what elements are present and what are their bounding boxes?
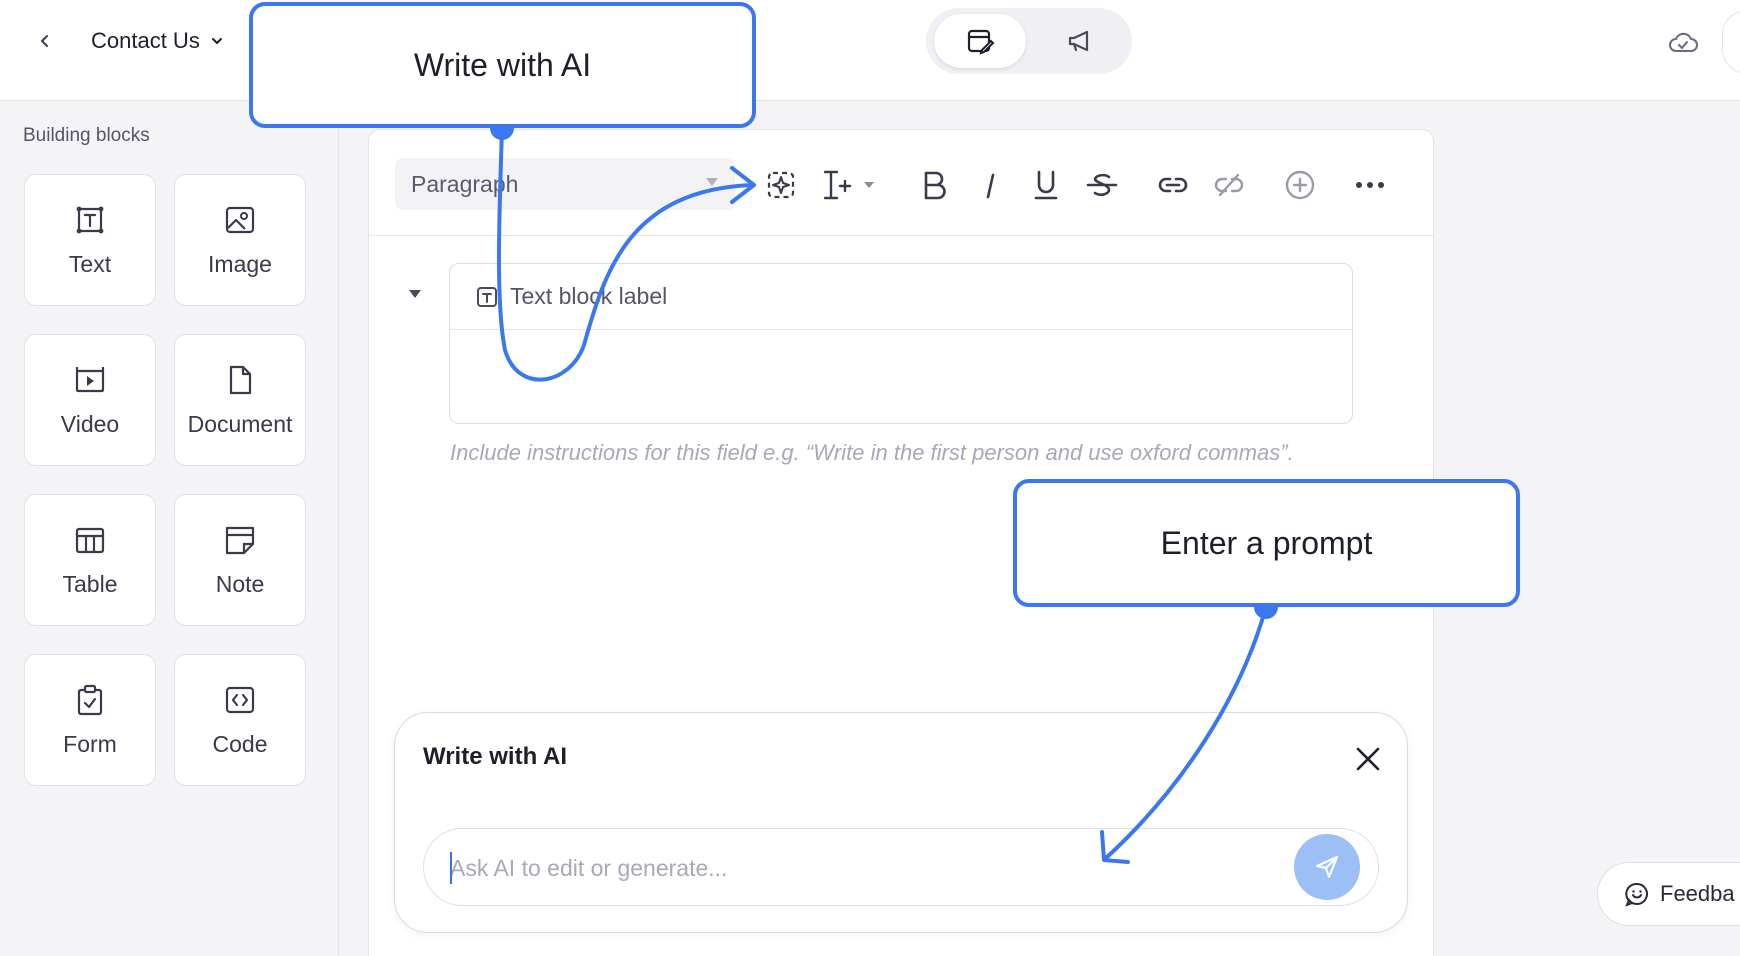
text-block[interactable]: Text block label [449, 263, 1353, 424]
strikethrough-button[interactable] [1085, 168, 1119, 202]
add-circle-icon [1285, 170, 1315, 200]
chat-smile-icon [1625, 882, 1648, 907]
block-form[interactable]: Form [24, 654, 156, 786]
avatar[interactable] [1722, 10, 1740, 74]
chevron-down-icon [211, 38, 222, 44]
block-document[interactable]: Document [174, 334, 306, 466]
underline-button[interactable] [1029, 168, 1063, 202]
form-clipboard-icon [77, 684, 103, 715]
bold-button[interactable] [917, 168, 951, 202]
callout-text: Write with AI [413, 46, 592, 83]
add-element-button[interactable] [1283, 168, 1317, 202]
document-icon [229, 365, 252, 394]
text-block-header: Text block label [450, 264, 1352, 330]
insert-variable-button[interactable] [820, 168, 880, 202]
text-block-icon [76, 206, 104, 233]
block-label: Document [187, 410, 293, 437]
link-icon [1158, 177, 1188, 193]
document-title: Contact Us [91, 28, 200, 53]
bold-icon [924, 171, 946, 200]
write-with-ai-panel: Write with AI [394, 712, 1408, 933]
text-insert-icon [823, 170, 874, 200]
table-icon [75, 527, 105, 553]
ai-prompt-field [423, 828, 1379, 906]
formatting-toolbar: Paragraph [369, 130, 1435, 236]
text-block-label[interactable]: Text block label [510, 283, 667, 310]
unlink-button[interactable] [1212, 168, 1246, 202]
block-text[interactable]: Text [24, 174, 156, 306]
ai-assist-button[interactable] [764, 168, 798, 202]
unlink-icon [1214, 173, 1244, 197]
ai-prompt-input[interactable] [450, 847, 1270, 889]
more-options-button[interactable] [1353, 168, 1387, 202]
collapse-caret-icon[interactable] [408, 289, 422, 299]
ai-sparkle-icon [767, 171, 795, 199]
block-label: Code [212, 730, 268, 757]
italic-icon [986, 173, 995, 199]
text-block-icon [477, 286, 497, 307]
edit-mode-button[interactable] [934, 14, 1026, 68]
image-icon [225, 206, 255, 233]
send-button[interactable] [1294, 834, 1360, 900]
block-label: Table [62, 570, 118, 597]
close-button[interactable] [1351, 742, 1385, 776]
callout-write-with-ai: Write with AI [249, 2, 756, 128]
field-instructions-hint[interactable]: Include instructions for this field e.g.… [450, 440, 1350, 465]
feedback-label: Feedba [1660, 881, 1735, 906]
publish-mode-button[interactable] [1034, 14, 1126, 68]
callout-text: Enter a prompt [1160, 524, 1373, 561]
close-icon [1356, 747, 1380, 771]
block-label: Text [68, 250, 112, 277]
sidebar-title: Building blocks [23, 125, 150, 146]
block-label: Image [208, 250, 272, 277]
back-button[interactable] [30, 26, 60, 56]
edit-document-icon [967, 29, 995, 55]
building-blocks-sidebar: Building blocks Text Image Video Documen… [0, 101, 339, 956]
caret-down-icon [706, 178, 718, 186]
video-icon [75, 366, 105, 392]
block-label: Form [63, 730, 117, 757]
block-code[interactable]: Code [174, 654, 306, 786]
block-video[interactable]: Video [24, 334, 156, 466]
paragraph-style-value: Paragraph [411, 170, 519, 197]
block-label: Note [215, 570, 265, 597]
block-image[interactable]: Image [174, 174, 306, 306]
document-title-dropdown[interactable]: Contact Us [91, 26, 224, 56]
cloud-check-icon[interactable] [1668, 30, 1698, 56]
code-icon [225, 686, 255, 713]
italic-button[interactable] [973, 168, 1007, 202]
ai-panel-title: Write with AI [423, 743, 567, 770]
underline-icon [1034, 170, 1058, 200]
link-button[interactable] [1156, 168, 1190, 202]
block-table[interactable]: Table [24, 494, 156, 626]
mode-toggle [926, 8, 1132, 74]
paragraph-style-select[interactable]: Paragraph [395, 158, 735, 210]
text-cursor [450, 852, 452, 884]
feedback-button[interactable]: Feedba [1597, 862, 1740, 926]
callout-enter-prompt: Enter a prompt [1013, 479, 1520, 607]
send-icon [1315, 855, 1339, 879]
more-icon [1356, 182, 1384, 188]
block-label: Video [60, 410, 120, 437]
note-icon [225, 526, 255, 554]
megaphone-icon [1068, 30, 1089, 52]
block-note[interactable]: Note [174, 494, 306, 626]
chevron-left-icon [41, 35, 48, 47]
strikethrough-icon [1086, 173, 1118, 196]
